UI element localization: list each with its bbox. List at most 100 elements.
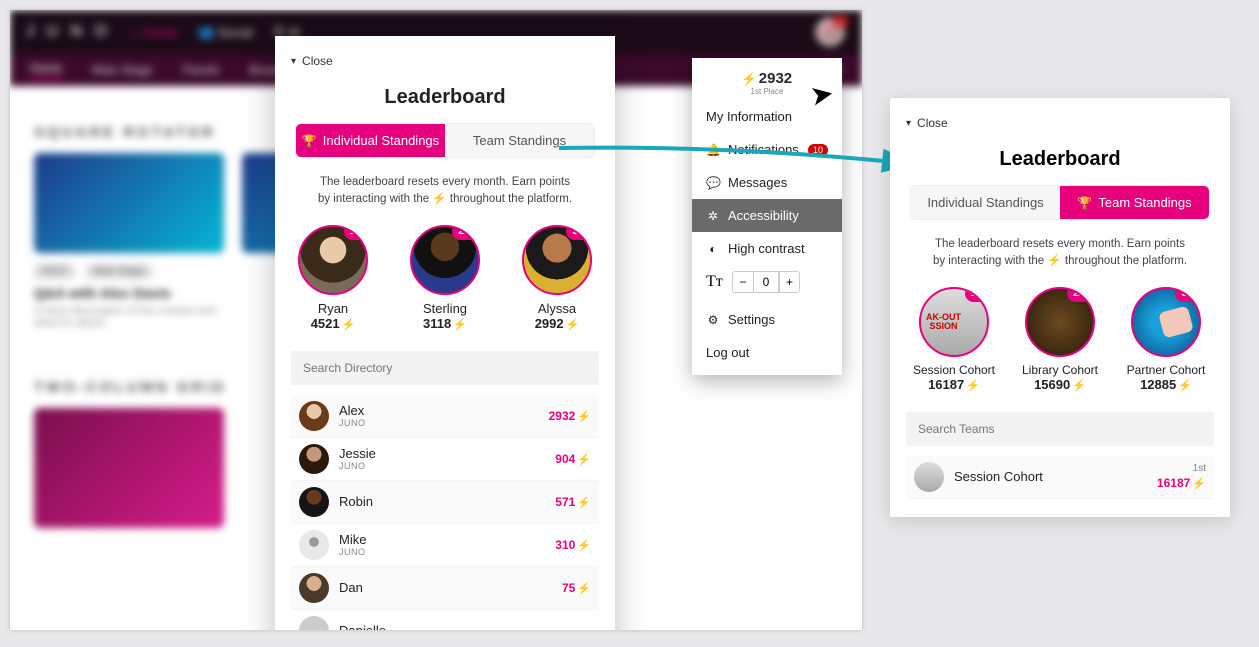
profile-dropdown: 2932 1st Place My Information 🔔 Notifica… [692,58,842,375]
desc-b: throughout the platform. [1062,255,1187,267]
menu-label: Log out [706,345,749,360]
tab-individual-standings[interactable]: 🏆 Individual Standings [296,124,445,157]
subnav-home[interactable]: Home [30,61,62,79]
tab-individual-standings[interactable]: Individual Standings [911,186,1060,219]
profile-avatar[interactable] [816,18,844,46]
tab-team-standings[interactable]: 🏆 Team Standings [1060,186,1209,219]
bolt-icon: ⚡ [966,380,980,392]
card-image [34,408,224,528]
team-leaderboard-panel: ▾ Close Leaderboard Individual Standings… [890,98,1230,517]
standings-tabs: Individual Standings 🏆 Team Standings [910,185,1210,220]
team-name: Library Cohort [1017,363,1103,377]
rank-badge: 1st [344,225,368,240]
dropdown-score[interactable]: 2932 1st Place [692,64,842,100]
top-three: 1st Ryan 4521⚡ 2nd Sterling 3118⚡ 3rd Al… [291,225,599,331]
people-icon: 👥 [197,24,213,40]
chevron-down-icon: ▾ [291,56,296,67]
row-points: 16187⚡ [1157,476,1206,490]
subnav-panels[interactable]: Panels [183,63,220,77]
pill-past: PAST [34,264,75,279]
team-leader-1[interactable]: 1st Session Cohort 16187⚡ [911,287,997,392]
content-card[interactable] [34,408,224,536]
nav-social[interactable]: 👥 Social [197,24,253,40]
row-name: Alex [339,403,549,418]
menu-messages[interactable]: 💬 Messages [692,166,842,199]
list-item[interactable]: Mike Juno 310⚡ [291,524,599,567]
pts-val: 3118 [423,316,451,331]
list-item[interactable]: Alex JUNO 2932⚡ [291,395,599,438]
leader-3[interactable]: 3rd Alyssa 2992⚡ [515,225,599,331]
list-item[interactable]: Danielle [291,610,599,631]
pts-val: 904 [555,452,575,466]
tab-team-standings[interactable]: Team Standings [445,124,594,157]
card-desc: A short description of the content and w… [34,305,224,329]
leader-2[interactable]: 2nd Sterling 3118⚡ [403,225,487,331]
menu-high-contrast[interactable]: ◐ High contrast [692,232,842,265]
row-right: 1st 16187⚡ [1157,463,1206,490]
chat-icon: 💬 [706,176,720,190]
nav-home[interactable]: ⌂ Home [131,25,178,40]
tab-label: Team Standings [1098,195,1191,210]
row-points: 571⚡ [555,495,591,509]
team-leader-2[interactable]: 2nd Library Cohort 15690⚡ [1017,287,1103,392]
pts-val: 2932 [549,409,576,423]
menu-logout[interactable]: Log out [692,336,842,369]
leader-name: Sterling [403,301,487,316]
notification-badge: 10 [808,144,828,156]
subnav-mainstage[interactable]: Main Stage [92,63,153,77]
bolt-icon: ⚡ [577,497,591,509]
font-increase-button[interactable]: + [779,272,799,292]
menu-my-information[interactable]: My Information [692,100,842,133]
menu-label: High contrast [728,241,805,256]
team-points: 16187⚡ [911,377,997,392]
close-button[interactable]: ▾ Close [291,54,599,68]
row-name: Dan [339,580,562,595]
leader-1[interactable]: 1st Ryan 4521⚡ [291,225,375,331]
list-item[interactable]: Robin 571⚡ [291,481,599,524]
bolt-icon: ⚡ [566,319,580,331]
team-list-item[interactable]: Session Cohort 1st 16187⚡ [906,456,1214,499]
list-item[interactable]: Jessie JUNO 904⚡ [291,438,599,481]
menu-accessibility[interactable]: ✲ Accessibility [692,199,842,232]
bolt-icon: ⚡ [577,411,591,423]
bolt-icon: ⚡ [1047,255,1061,267]
pts-val: 15690 [1034,377,1070,392]
nav-home-label: Home [143,25,178,40]
font-decrease-button[interactable]: − [733,272,753,292]
leaderboard-desc: The leaderboard resets every month. Earn… [932,236,1188,271]
menu-settings[interactable]: ⚙ Settings [692,303,842,336]
pts-val: 4521 [311,316,340,331]
team-name: Session Cohort [954,469,1157,484]
leader-avatar: 2nd [410,225,480,295]
team-leader-3[interactable]: 3rd Partner Cohort 12885⚡ [1123,287,1209,392]
leader-name: Alyssa [515,301,599,316]
pts-val: 2992 [535,316,564,331]
row-info: Session Cohort [954,469,1157,484]
leaderboard-modal: ▾ Close Leaderboard 🏆 Individual Standin… [275,36,615,630]
list-item[interactable]: Dan 75⚡ [291,567,599,610]
avatar [299,487,329,517]
row-name: Danielle [339,623,591,630]
score-value: 2932 [692,70,842,87]
search-directory-input[interactable] [291,351,599,385]
trophy-icon: 🏆 [302,134,317,148]
close-button[interactable]: ▾ Close [906,116,1214,130]
leader-points: 3118⚡ [403,316,487,331]
leader-points: 4521⚡ [291,316,375,331]
tab-label: Individual Standings [927,195,1043,210]
search-teams-input[interactable] [906,412,1214,446]
row-info: Dan [339,580,562,595]
rank-badge: 2nd [1067,287,1095,302]
avatar [299,616,329,631]
leader-avatar: 3rd [522,225,592,295]
row-org: Juno [339,547,555,557]
bolt-icon: ⚡ [453,319,467,331]
leaderboard-desc: The leaderboard resets every month. Earn… [317,174,573,209]
menu-notifications[interactable]: 🔔 Notifications 10 [692,133,842,166]
team-points: 15690⚡ [1017,377,1103,392]
row-points: 310⚡ [555,538,591,552]
menu-label: Settings [728,312,775,327]
font-stepper: − 0 + [732,271,800,293]
desc-b: throughout the platform. [447,193,572,205]
content-card[interactable]: PAST Main Stage Q&A with Alex Davis A sh… [34,153,224,329]
